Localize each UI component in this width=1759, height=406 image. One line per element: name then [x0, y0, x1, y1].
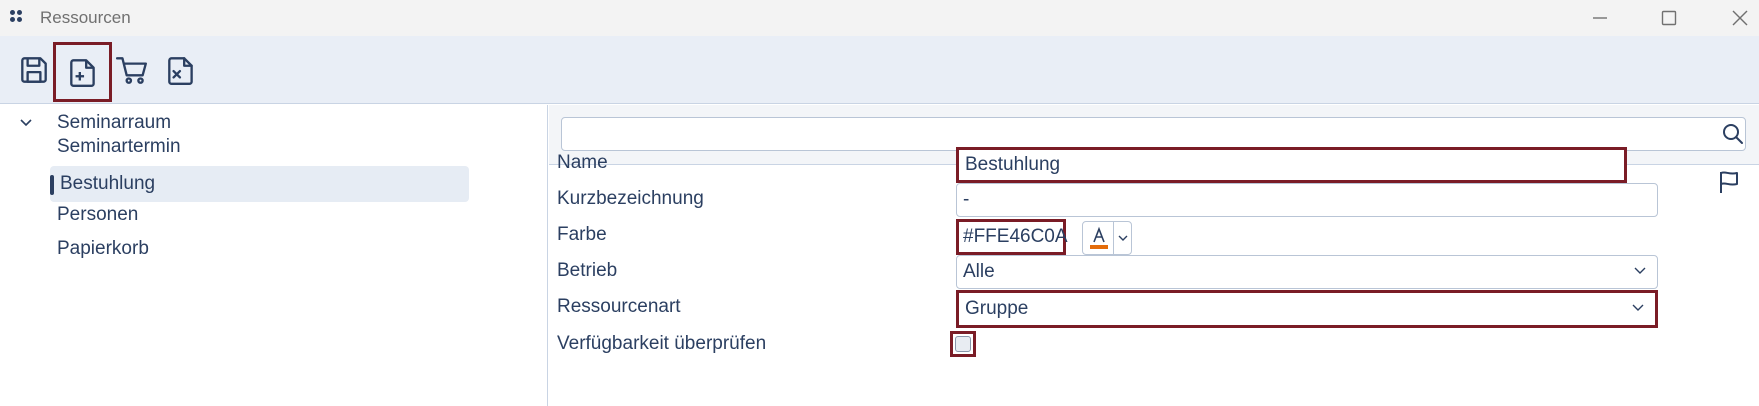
tree-item-label: Seminartermin — [57, 136, 181, 157]
kurzbezeichnung-label: Kurzbezeichnung — [557, 188, 704, 209]
close-button[interactable] — [1717, 0, 1759, 36]
new-button[interactable] — [53, 42, 112, 102]
chevron-down-icon — [1634, 267, 1646, 274]
color-button-divider — [1113, 222, 1114, 254]
minimize-button[interactable] — [1577, 0, 1623, 36]
verfuegbarkeit-checkbox[interactable] — [950, 331, 976, 357]
save-button[interactable] — [10, 44, 58, 96]
ressourcenart-select[interactable]: Gruppe — [956, 290, 1658, 328]
chevron-down-icon — [1118, 235, 1128, 241]
cart-button[interactable] — [108, 44, 156, 96]
search-input[interactable] — [561, 117, 1746, 151]
checkbox-box — [955, 336, 971, 352]
delete-document-icon — [168, 57, 193, 85]
tree-item-personen[interactable]: Personen — [57, 197, 477, 233]
chevron-down-icon[interactable] — [18, 117, 34, 129]
name-field[interactable]: Bestuhlung — [956, 147, 1627, 183]
chevron-down-icon — [1632, 304, 1644, 311]
ressourcenart-value: Gruppe — [965, 298, 1029, 319]
color-picker-button[interactable] — [1082, 221, 1132, 255]
title-bar: Ressourcen — [0, 0, 1759, 36]
font-color-icon — [1090, 226, 1108, 249]
search-icon[interactable] — [1721, 122, 1745, 146]
tree-item-label: Papierkorb — [57, 238, 149, 259]
tree-item-papierkorb[interactable]: Papierkorb — [57, 231, 477, 267]
window-title: Ressourcen — [40, 8, 131, 27]
betrieb-value: Alle — [963, 261, 995, 282]
farbe-label: Farbe — [557, 224, 607, 245]
kurzbezeichnung-field[interactable]: - — [956, 183, 1658, 217]
maximize-button[interactable] — [1646, 0, 1692, 36]
tree-item-seminartermin[interactable]: Seminartermin — [57, 129, 477, 165]
betrieb-select[interactable]: Alle — [956, 255, 1658, 289]
tree-item-label: Bestuhlung — [60, 173, 156, 194]
name-label: Name — [557, 152, 608, 173]
cart-icon — [115, 57, 147, 84]
close-icon — [1732, 10, 1748, 26]
save-icon — [21, 57, 47, 83]
detail-panel: Name Bestuhlung Kurzbezeichnung - Farbe … — [549, 105, 1759, 406]
app-icon — [10, 10, 24, 24]
farbe-field[interactable]: #FFE46C0A — [956, 219, 1068, 255]
sidebar: Seminarraum Seminartermin Bestuhlung Per… — [0, 105, 548, 406]
selection-indicator — [50, 175, 54, 195]
new-document-icon — [69, 59, 95, 87]
maximize-icon — [1661, 10, 1677, 26]
ressourcenart-label: Ressourcenart — [557, 296, 681, 317]
farbe-value: #FFE46C0A — [963, 226, 1068, 247]
tree-item-label: Personen — [57, 204, 139, 225]
discard-button[interactable] — [157, 44, 205, 96]
kurzbezeichnung-value: - — [963, 189, 970, 210]
flag-icon[interactable] — [1715, 168, 1743, 196]
toolbar — [0, 36, 1759, 104]
name-value: Bestuhlung — [965, 154, 1061, 175]
minimize-icon — [1593, 17, 1607, 19]
betrieb-label: Betrieb — [557, 260, 618, 281]
verfuegbarkeit-label: Verfügbarkeit überprüfen — [557, 333, 767, 354]
